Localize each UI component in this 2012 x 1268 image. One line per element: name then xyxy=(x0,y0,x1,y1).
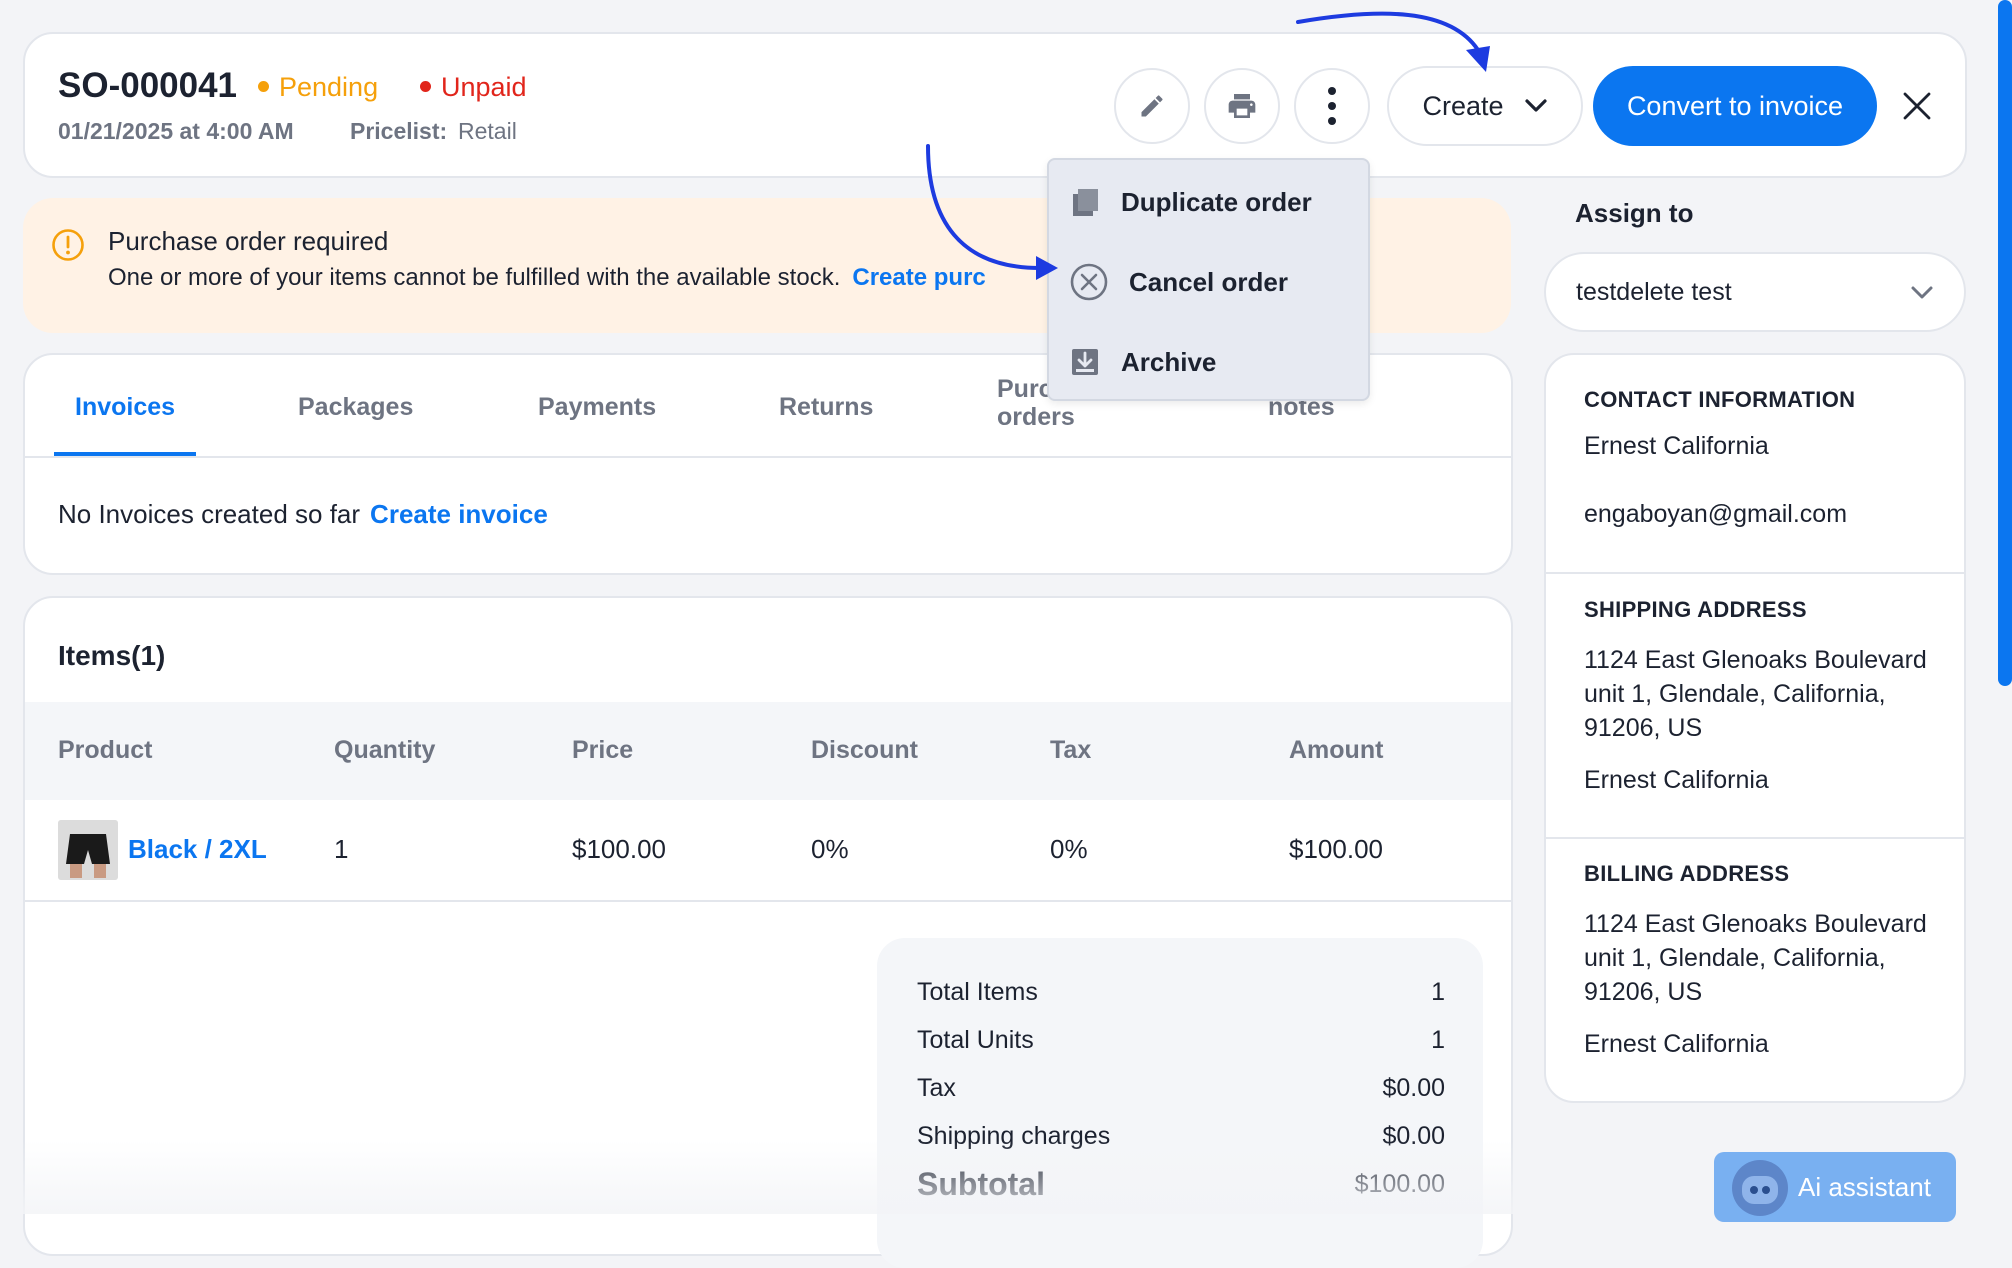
arrow-to-create-button xyxy=(1296,11,1480,52)
arrow-to-cancel-order xyxy=(926,144,1042,270)
annotation-arrows xyxy=(926,11,1490,280)
arrow-to-create-button-head xyxy=(1466,46,1490,72)
arrow-to-cancel-order-head xyxy=(1036,256,1058,280)
